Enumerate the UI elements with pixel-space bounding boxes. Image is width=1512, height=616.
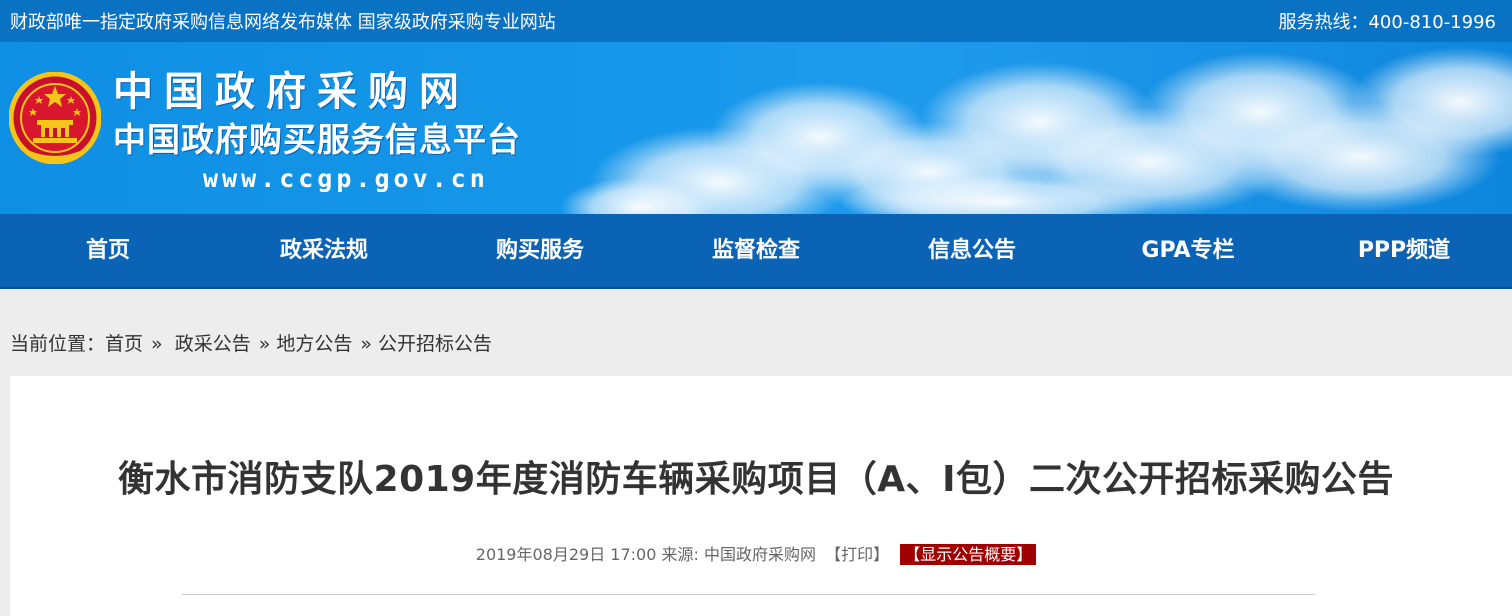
site-title: 中国政府采购网: [113, 69, 470, 115]
nav-item-gpa[interactable]: GPA专栏: [1080, 214, 1296, 287]
main-nav: 首页 政采法规 购买服务 监督检查 信息公告 GPA专栏 PPP频道: [0, 214, 1512, 289]
article-meta: 2019年08月29日 17:00 来源: 中国政府采购网 【打印】 【显示公告…: [10, 543, 1502, 567]
breadcrumb-procurement-announcements[interactable]: 政采公告: [175, 333, 251, 355]
site-banner: 中国政府采购网 中国政府购买服务信息平台 www.ccgp.gov.cn: [0, 42, 1512, 214]
nav-item-supervision[interactable]: 监督检查: [648, 214, 864, 287]
publish-date: 2019年08月29日 17:00: [475, 545, 657, 564]
breadcrumb-local-announcements[interactable]: 地方公告: [276, 333, 352, 355]
show-summary-button[interactable]: 【显示公告概要】: [900, 544, 1037, 565]
article-title: 衡水市消防支队2019年度消防车辆采购项目（A、I包）二次公开招标采购公告: [118, 459, 1394, 500]
breadcrumb-public-tender[interactable]: 公开招标公告: [378, 333, 492, 355]
site-subtitle: 中国政府购买服务信息平台: [113, 120, 521, 159]
breadcrumb-prefix: 当前位置：: [10, 333, 106, 355]
nav-item-ppp[interactable]: PPP频道: [1296, 214, 1512, 287]
article-card: 衡水市消防支队2019年度消防车辆采购项目（A、I包）二次公开招标采购公告 20…: [10, 376, 1512, 616]
national-emblem-icon: [9, 72, 101, 164]
divider: [182, 594, 1315, 595]
breadcrumb-home[interactable]: 首页: [105, 333, 143, 355]
nav-item-home[interactable]: 首页: [0, 214, 216, 287]
nav-item-announcements[interactable]: 信息公告: [864, 214, 1080, 287]
site-slogan: 财政部唯一指定政府采购信息网络发布媒体 国家级政府采购专业网站: [10, 12, 556, 33]
print-link[interactable]: 【打印】: [825, 545, 889, 564]
top-strip: 财政部唯一指定政府采购信息网络发布媒体 国家级政府采购专业网站 服务热线：400…: [0, 0, 1512, 42]
source-name: 中国政府采购网: [704, 545, 817, 564]
nav-item-purchase-services[interactable]: 购买服务: [432, 214, 648, 287]
breadcrumb-separator: »: [360, 333, 372, 355]
service-hotline: 服务热线：400-810-1996: [1278, 12, 1496, 33]
breadcrumb: 当前位置：首页» 政采公告» 地方公告» 公开招标公告: [0, 289, 1512, 375]
site-url: www.ccgp.gov.cn: [203, 164, 489, 193]
breadcrumb-separator: »: [151, 333, 163, 355]
nav-item-regulations[interactable]: 政采法规: [216, 214, 432, 287]
breadcrumb-separator: »: [258, 333, 271, 355]
source-label: 来源:: [661, 545, 699, 564]
